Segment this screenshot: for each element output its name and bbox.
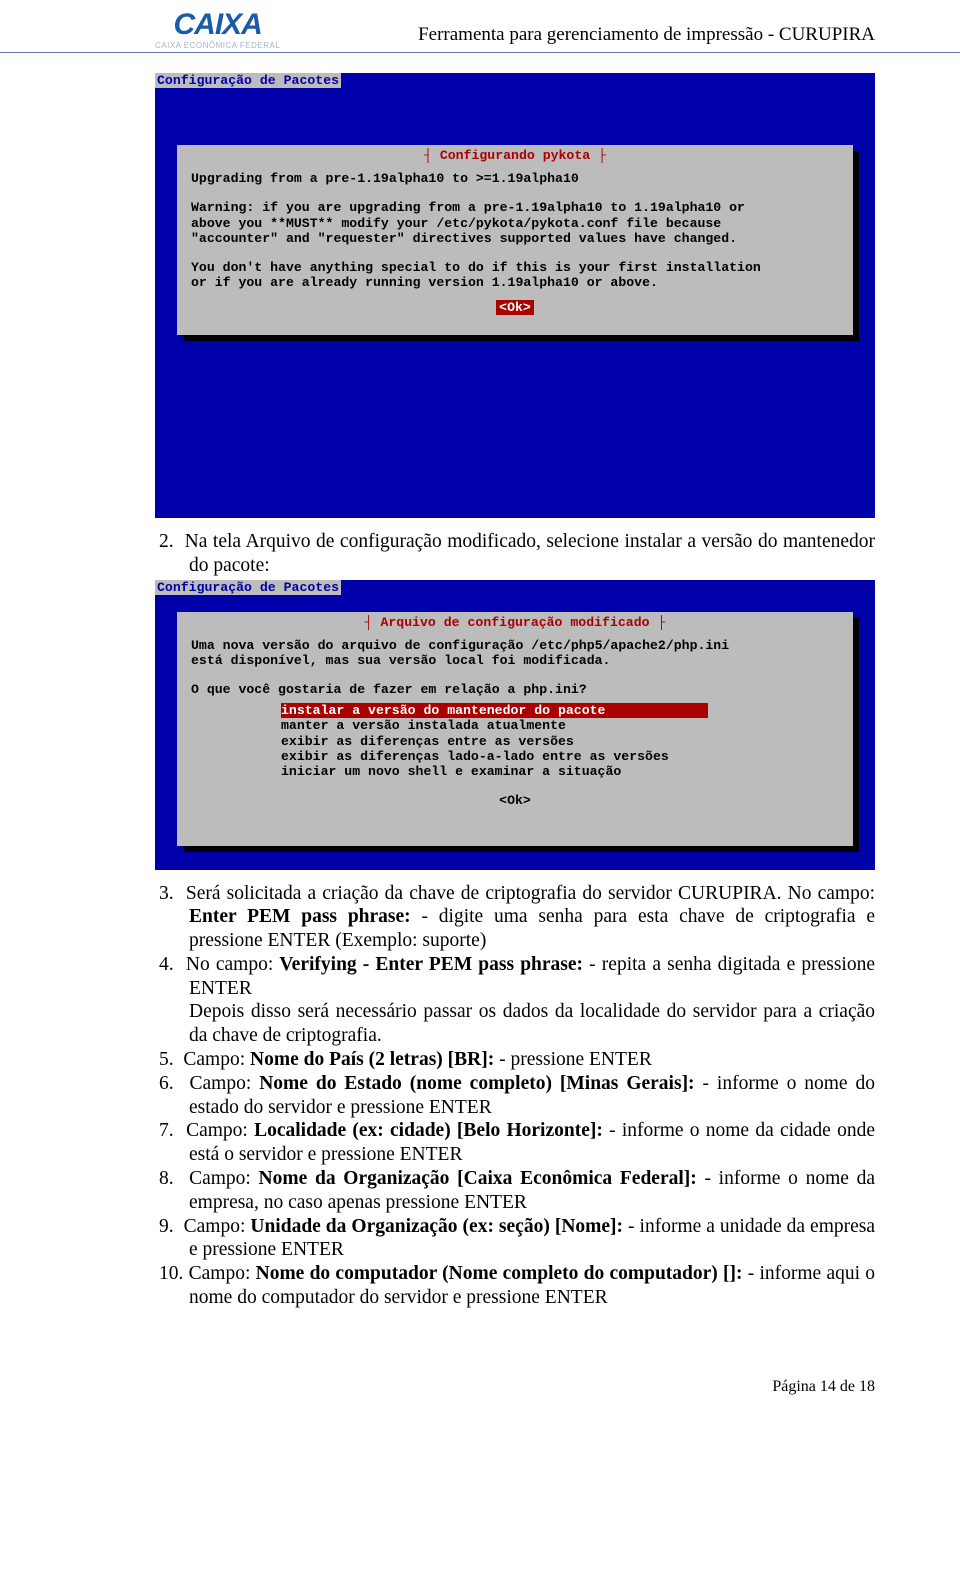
term2-l1: Uma nova versão do arquivo de configuraç… <box>191 638 839 653</box>
logo-text: CAIXA <box>173 10 261 40</box>
step-10: 10. Campo: Nome do computador (Nome comp… <box>155 1262 875 1310</box>
step-9: 9. Campo: Unidade da Organização (ex: se… <box>155 1215 875 1263</box>
term2-menu-5[interactable]: iniciar um novo shell e examinar a situa… <box>281 764 839 779</box>
term1-info2: or if you are already running version 1.… <box>191 275 839 290</box>
term1-dialog-title: Configurando pykota <box>440 148 590 163</box>
header-title: Ferramenta para gerenciamento de impress… <box>418 24 875 50</box>
terminal-screenshot-2: Configuração de Pacotes ┤ Arquivo de con… <box>155 580 875 870</box>
step-2-num: 2. <box>159 531 174 552</box>
term2-menu-1[interactable]: instalar a versão do mantenedor do pacot… <box>281 703 708 718</box>
step-2-text: Na tela Arquivo de configuração modifica… <box>185 531 875 576</box>
steps-list: 3. Será solicitada a criação da chave de… <box>155 882 875 1310</box>
term1-dialog: ┤ Configurando pykota ├ Upgrading from a… <box>177 145 853 335</box>
step-7: 7. Campo: Localidade (ex: cidade) [Belo … <box>155 1119 875 1167</box>
terminal-screenshot-1: Configuração de Pacotes ┤ Configurando p… <box>155 73 875 518</box>
page-header: CAIXA CAIXA ECONÔMICA FEDERAL Ferramenta… <box>0 0 960 53</box>
term1-ok-button[interactable]: <Ok> <box>496 300 534 315</box>
step-8: 8. Campo: Nome da Organização [Caixa Eco… <box>155 1167 875 1215</box>
term2-menu-2[interactable]: manter a versão instalada atualmente <box>281 718 839 733</box>
term1-warn1: Warning: if you are upgrading from a pre… <box>191 200 839 215</box>
term1-warn2: above you **MUST** modify your /etc/pyko… <box>191 216 839 231</box>
step-3: 3. Será solicitada a criação da chave de… <box>155 882 875 953</box>
term2-dialog: ┤ Arquivo de configuração modificado ├ U… <box>177 612 853 846</box>
term1-warn3: "accounter" and "requester" directives s… <box>191 231 839 246</box>
term2-question: O que você gostaria de fazer em relação … <box>191 682 839 697</box>
logo-subtext: CAIXA ECONÔMICA FEDERAL <box>155 42 280 50</box>
page-footer: Página 14 de 18 <box>0 1350 960 1416</box>
term2-title: Configuração de Pacotes <box>155 580 341 595</box>
term2-ok-button[interactable]: <Ok> <box>499 793 531 808</box>
term1-info1: You don't have anything special to do if… <box>191 260 839 275</box>
logo: CAIXA CAIXA ECONÔMICA FEDERAL <box>155 10 280 50</box>
term2-dialog-title: Arquivo de configuração modificado <box>380 615 649 630</box>
step-6: 6. Campo: Nome do Estado (nome completo)… <box>155 1072 875 1120</box>
term1-title: Configuração de Pacotes <box>155 73 341 88</box>
term2-l2: está disponível, mas sua versão local fo… <box>191 653 839 668</box>
term2-menu-4[interactable]: exibir as diferenças lado-a-lado entre a… <box>281 749 839 764</box>
term1-line1: Upgrading from a pre-1.19alpha10 to >=1.… <box>191 171 839 186</box>
step-5: 5. Campo: Nome do País (2 letras) [BR]: … <box>155 1048 875 1072</box>
term2-menu-3[interactable]: exibir as diferenças entre as versões <box>281 734 839 749</box>
step-2: 2. Na tela Arquivo de configuração modif… <box>155 530 875 578</box>
step-4: 4. No campo: Verifying - Enter PEM pass … <box>155 953 875 1048</box>
